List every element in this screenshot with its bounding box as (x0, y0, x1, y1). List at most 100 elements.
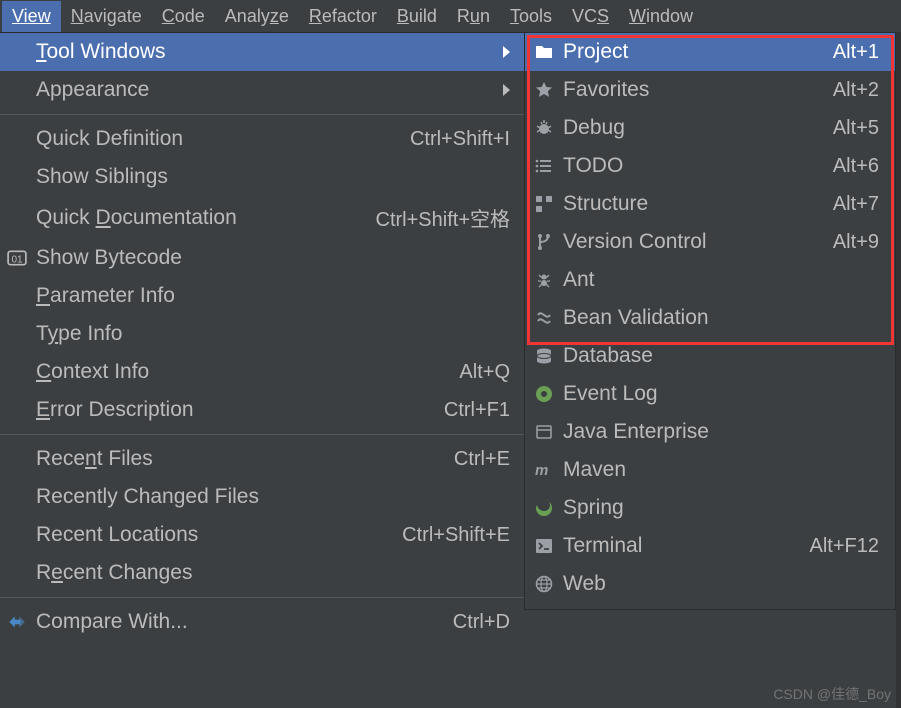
menubar-label: Analyze (225, 6, 289, 26)
tool-window-item-web[interactable]: Web (525, 565, 895, 603)
view-menu-item-type-info[interactable]: Type Info (0, 315, 524, 353)
tool-window-label: Bean Validation (563, 306, 879, 330)
menubar-item-code[interactable]: Code (152, 1, 215, 32)
menu-item-shortcut: Ctrl+Shift+空格 (376, 203, 510, 232)
menu-separator (0, 114, 524, 115)
menubar-item-run[interactable]: Run (447, 1, 500, 32)
menubar: View Navigate Code Analyze Refactor Buil… (0, 0, 901, 32)
tool-window-item-favorites[interactable]: FavoritesAlt+2 (525, 71, 895, 109)
menu-item-label: Context Info (36, 360, 459, 384)
view-menu-item-recently-changed-files[interactable]: Recently Changed Files (0, 478, 524, 516)
tool-window-label: Structure (563, 192, 833, 216)
menu-item-label: Recent Changes (36, 561, 510, 585)
tool-window-item-debug[interactable]: DebugAlt+5 (525, 109, 895, 147)
tool-window-item-structure[interactable]: StructureAlt+7 (525, 185, 895, 223)
view-menu-item-quick-definition[interactable]: Quick DefinitionCtrl+Shift+I (0, 120, 524, 158)
tool-window-item-todo[interactable]: TODOAlt+6 (525, 147, 895, 185)
web-icon (535, 573, 563, 595)
view-menu-item-show-bytecode[interactable]: Show Bytecode (0, 239, 524, 277)
tool-window-label: Database (563, 344, 879, 368)
branch-icon (535, 231, 563, 253)
star-icon (535, 79, 563, 101)
menu-item-label: Appearance (36, 78, 495, 102)
view-menu-item-recent-changes[interactable]: Recent Changes (0, 554, 524, 592)
structure-icon (535, 193, 563, 215)
tool-window-item-bean-validation[interactable]: Bean Validation (525, 299, 895, 337)
menu-item-label: Recent Files (36, 447, 454, 471)
menubar-label: Window (629, 6, 693, 26)
maven-icon (535, 459, 563, 481)
view-menu-item-error-description[interactable]: Error DescriptionCtrl+F1 (0, 391, 524, 429)
menu-item-shortcut: Ctrl+D (453, 611, 510, 634)
view-menu-item-compare-with[interactable]: Compare With...Ctrl+D (0, 603, 524, 641)
submenu-arrow-icon (503, 46, 510, 58)
tool-window-item-ant[interactable]: Ant (525, 261, 895, 299)
tool-window-item-terminal[interactable]: TerminalAlt+F12 (525, 527, 895, 565)
submenu-arrow-icon (503, 84, 510, 96)
tool-window-shortcut: Alt+2 (833, 79, 879, 102)
menubar-item-refactor[interactable]: Refactor (299, 1, 387, 32)
view-menu-dropdown: Tool WindowsAppearanceQuick DefinitionCt… (0, 32, 524, 647)
tool-windows-submenu: ProjectAlt+1FavoritesAlt+2DebugAlt+5TODO… (524, 32, 896, 610)
menu-item-label: Tool Windows (36, 40, 495, 64)
menubar-label: Run (457, 6, 490, 26)
view-menu-item-quick-documentation[interactable]: Quick DocumentationCtrl+Shift+空格 (0, 196, 524, 239)
watermark-text: CSDN @佳德_Boy (773, 684, 891, 704)
menubar-label: VCS (572, 6, 609, 26)
tool-window-label: Maven (563, 458, 879, 482)
menu-item-label: Compare With... (36, 610, 453, 634)
menubar-label: Build (397, 6, 437, 26)
view-menu-item-tool-windows[interactable]: Tool Windows (0, 33, 524, 71)
menubar-item-build[interactable]: Build (387, 1, 447, 32)
tool-window-label: Debug (563, 116, 833, 140)
menubar-item-tools[interactable]: Tools (500, 1, 562, 32)
tool-window-shortcut: Alt+F12 (810, 535, 879, 558)
tool-window-shortcut: Alt+1 (833, 41, 879, 64)
view-menu-item-parameter-info[interactable]: Parameter Info (0, 277, 524, 315)
menu-item-label: Quick Definition (36, 127, 410, 151)
menubar-item-navigate[interactable]: Navigate (61, 1, 152, 32)
menubar-item-analyze[interactable]: Analyze (215, 1, 299, 32)
compare-icon (6, 611, 28, 633)
view-menu-item-show-siblings[interactable]: Show Siblings (0, 158, 524, 196)
editor-background-sliver (896, 32, 901, 708)
bug-icon (535, 117, 563, 139)
tool-window-label: Ant (563, 268, 879, 292)
tool-window-label: Favorites (563, 78, 833, 102)
spring-icon (535, 497, 563, 519)
view-menu-item-appearance[interactable]: Appearance (0, 71, 524, 109)
view-menu-item-recent-locations[interactable]: Recent LocationsCtrl+Shift+E (0, 516, 524, 554)
tool-window-item-event-log[interactable]: Event Log (525, 375, 895, 413)
tool-window-item-java-enterprise[interactable]: Java Enterprise (525, 413, 895, 451)
menubar-item-window[interactable]: Window (619, 1, 703, 32)
database-icon (535, 345, 563, 367)
menubar-label: Tools (510, 6, 552, 26)
menu-item-shortcut: Ctrl+E (454, 448, 510, 471)
menu-item-label: Error Description (36, 398, 444, 422)
tool-window-shortcut: Alt+7 (833, 193, 879, 216)
tool-window-label: Web (563, 572, 879, 596)
tool-window-shortcut: Alt+9 (833, 231, 879, 254)
tool-window-item-spring[interactable]: Spring (525, 489, 895, 527)
tool-window-item-project[interactable]: ProjectAlt+1 (525, 33, 895, 71)
view-menu-item-context-info[interactable]: Context InfoAlt+Q (0, 353, 524, 391)
menu-item-shortcut: Ctrl+Shift+E (402, 524, 510, 547)
tool-window-item-database[interactable]: Database (525, 337, 895, 375)
menu-item-shortcut: Alt+Q (459, 361, 510, 384)
tool-window-label: Java Enterprise (563, 420, 879, 444)
tool-window-label: Project (563, 40, 833, 64)
menubar-item-vcs[interactable]: VCS (562, 1, 619, 32)
menubar-item-view[interactable]: View (2, 1, 61, 32)
javaee-icon (535, 421, 563, 443)
eventlog-icon (535, 383, 563, 405)
menu-item-label: Type Info (36, 322, 510, 346)
tool-window-item-maven[interactable]: Maven (525, 451, 895, 489)
menu-item-shortcut: Ctrl+Shift+I (410, 128, 510, 151)
menu-item-shortcut: Ctrl+F1 (444, 399, 510, 422)
tool-window-label: Terminal (563, 534, 810, 558)
menu-separator (0, 597, 524, 598)
terminal-icon (535, 535, 563, 557)
tool-window-item-version-control[interactable]: Version ControlAlt+9 (525, 223, 895, 261)
tool-window-label: Event Log (563, 382, 879, 406)
view-menu-item-recent-files[interactable]: Recent FilesCtrl+E (0, 440, 524, 478)
